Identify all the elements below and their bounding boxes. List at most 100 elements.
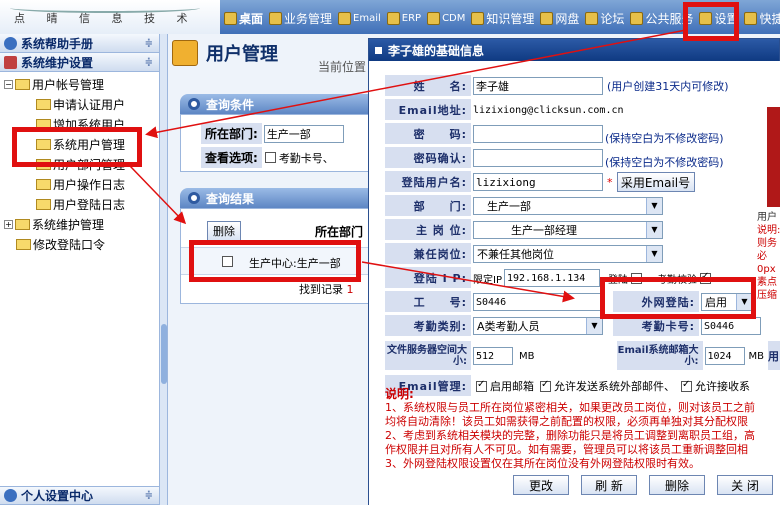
chevron-down-icon[interactable]: ▼ <box>646 222 662 238</box>
collapse-icon[interactable]: ≑ <box>145 38 153 49</box>
location-label: 当前位置 <box>318 60 367 74</box>
menu-erp[interactable]: ERP <box>385 10 423 27</box>
help-icon <box>4 36 17 50</box>
menu-email[interactable]: Email <box>336 10 383 27</box>
password-confirm-input[interactable] <box>473 149 603 167</box>
email-value: lizixiong@clicksun.com.cn <box>473 104 624 116</box>
tree-node-system-user-mgmt[interactable]: 系统用户管理 <box>0 134 159 154</box>
tools-icon <box>4 55 17 69</box>
query-option-checkbox[interactable] <box>264 152 276 163</box>
menu-shortcut[interactable]: 快捷 <box>742 10 780 27</box>
dialog-title-icon <box>375 46 382 54</box>
chevron-down-icon[interactable]: ▼ <box>646 198 662 214</box>
use-email-button[interactable]: 采用Email号 <box>616 172 695 192</box>
post2-select[interactable]: 不兼任其他岗位 ▼ <box>473 245 663 263</box>
login-name-input[interactable]: lizixiong <box>473 173 603 191</box>
right-side-notes: 用户 说明: 则务必 0px 素点 压缩 <box>757 212 780 301</box>
tree-node-system-maint[interactable]: + 系统维护管理 <box>0 214 159 234</box>
menu-business[interactable]: 业务管理 <box>267 10 334 27</box>
post-select[interactable]: 生产一部经理 ▼ <box>473 221 663 239</box>
menu-forum[interactable]: 论坛 <box>583 10 626 27</box>
row-post: 主 岗 位: 生产一部经理 ▼ <box>385 219 663 241</box>
menu-netdisk[interactable]: 网盘 <box>538 10 581 27</box>
ip-input[interactable]: 192.168.1.134 <box>503 269 600 287</box>
row-post2: 兼任岗位: 不兼任其他岗位 ▼ <box>385 243 663 265</box>
sidebar-personal-header[interactable]: 个人设置中心 ≑ <box>0 486 159 505</box>
empno-input[interactable]: S0446 <box>473 293 603 311</box>
query-options-row: 查看选项: 考勤卡号、 <box>201 147 334 168</box>
delete-user-button[interactable]: 删除 <box>649 475 705 495</box>
user-icon <box>4 489 17 502</box>
ext-login-select[interactable]: 启用 ▼ <box>701 293 753 311</box>
sidebar-maint-header[interactable]: 系统维护设置 ≑ <box>0 53 159 72</box>
dialog-title-bar[interactable]: 李子雄的基础信息 <box>369 39 779 61</box>
dialog-body: 姓 名: 李子雄 (用户创建31天内可修改) Email地址: lizixion… <box>369 61 780 505</box>
erp-icon <box>386 12 400 25</box>
results-panel: 删除 所在部门 生产中心:生产一部 找到记录 1 <box>180 208 380 304</box>
business-icon <box>269 12 283 25</box>
folder-icon <box>36 138 51 150</box>
splitter-grip-icon[interactable] <box>161 324 167 384</box>
email-icon <box>338 12 352 25</box>
found-records: 找到记录 1 <box>299 283 354 296</box>
tree-node-apply-user[interactable]: 申请认证用户 <box>0 94 159 114</box>
delete-button[interactable]: 删除 <box>207 221 241 241</box>
fs-size-input[interactable]: 512 <box>473 347 513 365</box>
expand-icon[interactable]: + <box>4 219 13 229</box>
query-panel: 所在部门: 生产一部 查看选项: 考勤卡号、 <box>180 114 380 172</box>
menu-knowledge[interactable]: 知识管理 <box>469 10 536 27</box>
password-input[interactable] <box>473 125 603 143</box>
results-panel-header: 查询结果 <box>180 188 380 208</box>
modify-button[interactable]: 更改 <box>513 475 569 495</box>
row-checkbox[interactable] <box>222 256 233 267</box>
folder-icon <box>36 118 51 130</box>
query-dept-row: 所在部门: 生产一部 <box>201 123 344 144</box>
ip-login-checkbox[interactable] <box>630 272 642 284</box>
results-icon <box>188 192 200 204</box>
tree-node-change-password[interactable]: 修改登陆口令 <box>0 234 159 254</box>
page-title: 用户管理 <box>172 40 278 66</box>
menu-desktop[interactable]: 桌面 <box>222 10 265 27</box>
chevron-down-icon[interactable]: ▼ <box>736 294 752 310</box>
netdisk-icon <box>540 12 554 25</box>
attendance-type-select[interactable]: A类考勤人员 ▼ <box>473 317 603 335</box>
refresh-button[interactable]: 刷 新 <box>581 475 637 495</box>
collapse-icon[interactable]: − <box>4 79 13 89</box>
chevron-down-icon[interactable]: ▼ <box>586 318 602 334</box>
sidebar-splitter[interactable] <box>160 34 168 505</box>
folder-icon <box>36 198 51 210</box>
close-button[interactable]: 关 闭 <box>717 475 773 495</box>
attendance-card-input[interactable]: S0446 <box>701 317 761 335</box>
sidebar: 系统帮助手册 ≑ 系统维护设置 ≑ − 用户帐号管理 申请认证用户 增加系统用户… <box>0 34 160 505</box>
row-password-confirm: 密码确认: (保持空白为不修改密码) <box>385 147 724 169</box>
menu-cdm[interactable]: CDM <box>425 10 467 27</box>
collapse-icon[interactable]: ≑ <box>145 490 153 501</box>
collapse-icon[interactable]: ≑ <box>145 57 153 68</box>
query-dept-field[interactable]: 生产一部 <box>263 124 344 143</box>
dialog-buttons: 更改 刷 新 删除 关 闭 <box>513 475 773 495</box>
tree-node-dept-mgmt[interactable]: 用户部门管理 <box>0 154 159 174</box>
menu-settings[interactable]: 设置 <box>697 10 740 27</box>
row-password: 密 码: (保持空白为不修改密码) <box>385 123 724 145</box>
menu-public-service[interactable]: 公共服务 <box>628 10 695 27</box>
chevron-down-icon[interactable]: ▼ <box>646 246 662 262</box>
row-email: Email地址: lizixiong@clicksun.com.cn <box>385 99 624 121</box>
name-input[interactable]: 李子雄 <box>473 77 603 95</box>
row-dept-cell: 生产中心:生产一部 <box>249 257 341 270</box>
row-login-name: 登陆用户名: lizixiong * 采用Email号 <box>385 171 695 193</box>
tree-node-add-user[interactable]: 增加系统用户 <box>0 114 159 134</box>
tree-node-login-log[interactable]: 用户登陆日志 <box>0 194 159 214</box>
table-row[interactable]: 生产中心:生产一部 <box>181 247 379 275</box>
top-bar: 点 晴 信 息 技 术 桌面 业务管理 Email ERP CDM 知识管理 网… <box>0 0 780 34</box>
folder-icon <box>36 98 51 110</box>
tree-node-account[interactable]: − 用户帐号管理 <box>0 74 159 94</box>
tree-node-op-log[interactable]: 用户操作日志 <box>0 174 159 194</box>
row-name: 姓 名: 李子雄 (用户创建31天内可修改) <box>385 75 729 97</box>
row-attendance: 考勤类别: A类考勤人员 ▼ 考勤卡号: S0446 <box>385 315 761 337</box>
row-storage: 文件服务器空间大小: 512 MB Email系统邮箱大小: 1024 MB 用… <box>385 341 780 371</box>
attendance-check-checkbox[interactable] <box>699 271 711 284</box>
mail-size-input[interactable]: 1024 <box>704 347 745 365</box>
row-login-ip: 登陆 I P: 限定IP 192.168.1.134 登陆 考勤校验 <box>385 267 714 289</box>
sidebar-help-header[interactable]: 系统帮助手册 ≑ <box>0 34 159 53</box>
dept-select[interactable]: 生产一部 ▼ <box>473 197 663 215</box>
